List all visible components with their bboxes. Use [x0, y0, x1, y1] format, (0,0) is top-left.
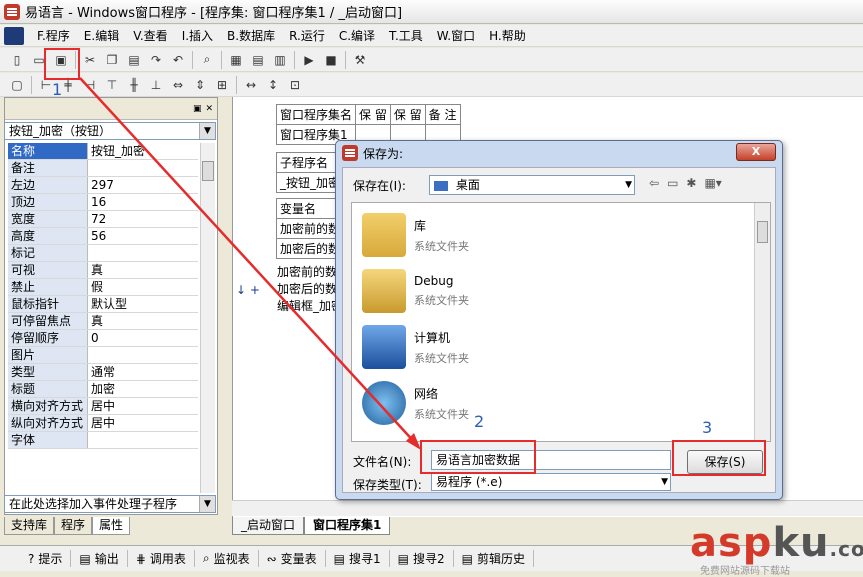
- watermark-logo: aspku.com: [690, 520, 863, 566]
- watermark-subtitle: 免费网站源码下载站: [700, 566, 790, 577]
- step-number: 3: [702, 418, 713, 437]
- watermark-tld: .com: [829, 537, 863, 561]
- watermark-ku: ku: [772, 520, 830, 566]
- step-number: 1: [52, 80, 63, 99]
- step-number: 2: [474, 412, 485, 431]
- annotation-arrow: [79, 77, 421, 450]
- watermark-asp: asp: [690, 520, 773, 566]
